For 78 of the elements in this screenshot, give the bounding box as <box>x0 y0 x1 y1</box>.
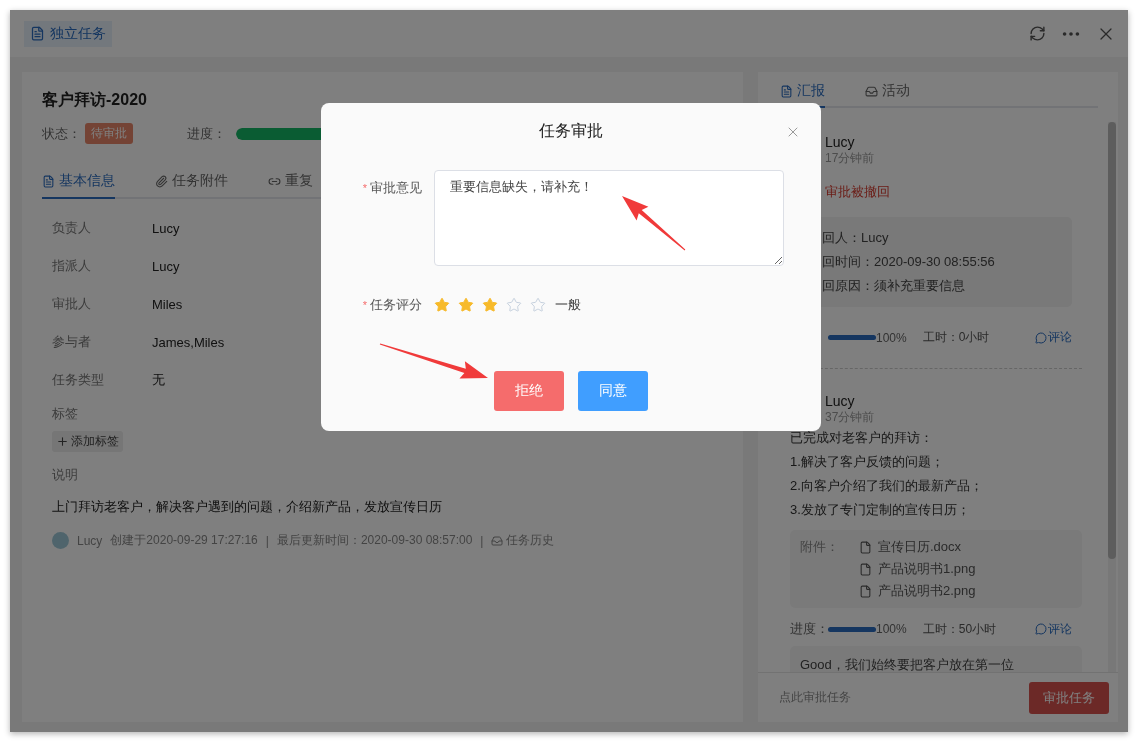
rating-label: * 任务评分 <box>361 296 423 314</box>
chip-label: 独立任务 <box>50 24 106 43</box>
work-hours: 工时：0小时 <box>922 329 990 346</box>
agree-button[interactable]: 同意 <box>578 371 648 411</box>
paperclip-icon <box>155 174 168 188</box>
meta-user: Lucy <box>77 533 103 548</box>
field-label: 任务类型 <box>52 371 105 389</box>
task-title: 客户拜访-2020 <box>42 90 148 110</box>
inbox-icon <box>491 534 504 547</box>
field-value: James,Miles <box>152 334 225 350</box>
scrollbar[interactable] <box>1108 122 1116 672</box>
star-icon[interactable] <box>482 297 498 313</box>
rating-stars[interactable]: 一般 <box>434 296 581 314</box>
attachment-link[interactable]: 产品说明书1.png <box>859 560 976 578</box>
file-icon <box>859 540 872 554</box>
comment-link[interactable]: 评论 <box>1035 329 1072 346</box>
comment-link[interactable]: 评论 <box>1035 620 1072 638</box>
attachment-link[interactable]: 产品说明书2.png <box>859 582 976 600</box>
avatar <box>52 532 69 549</box>
revoke-status: 审批被撤回 <box>824 183 891 201</box>
document-icon <box>42 174 55 188</box>
opinion-field[interactable]: 重要信息缺失，请补充！ <box>434 170 784 266</box>
add-tag-button[interactable]: 添加标签 <box>52 431 123 452</box>
meta-separator: | <box>265 533 269 548</box>
user-name: Lucy <box>825 134 856 150</box>
arrow <box>622 196 686 251</box>
dialog-title: 任务审批 <box>539 121 603 141</box>
comment-icon <box>1035 331 1047 344</box>
tab[interactable]: 重复 <box>268 166 313 199</box>
reject-button[interactable]: 拒绝 <box>494 371 564 411</box>
plus-icon <box>56 435 69 448</box>
star-icon[interactable] <box>434 297 450 313</box>
document-icon <box>780 84 793 98</box>
user-name: Lucy <box>825 393 856 409</box>
field-label: 参与者 <box>52 333 92 351</box>
field-value: Lucy <box>152 220 180 236</box>
field-value: Lucy <box>152 258 180 274</box>
star-icon[interactable] <box>458 297 474 313</box>
required-mark: * <box>362 182 367 194</box>
progress-label: 进度： <box>187 124 226 143</box>
status-tag: 待审批 <box>85 123 133 144</box>
file-icon <box>859 562 872 576</box>
progress-percent: 100% <box>876 622 907 636</box>
field-label: 负责人 <box>52 219 92 237</box>
file-icon <box>859 584 872 598</box>
detail-text: 回原因：须补充重要信息 <box>822 277 966 295</box>
description-text: 上门拜访老客户，解决客户遇到的问题，介绍新产品，发放宣传日历 <box>52 498 443 516</box>
description-label: 说明 <box>52 466 79 484</box>
field-label: 指派人 <box>52 257 92 275</box>
field-value: Miles <box>152 296 183 312</box>
report-line: 1.解决了客户反馈的问题； <box>790 453 945 471</box>
opinion-label: * 审批意见 <box>361 179 423 197</box>
tags-label: 标签 <box>52 405 79 423</box>
document-icon <box>30 26 45 41</box>
tab[interactable]: 基本信息 <box>42 166 115 199</box>
required-mark: * <box>362 299 367 311</box>
progress-label: 进度： <box>790 620 828 638</box>
report-line: 已完成对老客户的拜访： <box>790 429 934 447</box>
tab[interactable]: 任务附件 <box>155 166 228 199</box>
report-line: 3.发放了专门定制的宣传日历； <box>790 501 971 519</box>
tab[interactable]: 活动 <box>865 76 910 108</box>
detail-text: 回人：Lucy <box>822 229 890 247</box>
refresh-icon[interactable] <box>1029 25 1046 42</box>
star-icon[interactable] <box>506 297 522 313</box>
field-label: 审批人 <box>52 295 92 313</box>
meta-separator: | <box>480 533 484 548</box>
inbox-icon <box>865 84 878 98</box>
report-line: 2.向客户介绍了我们的最新产品； <box>790 477 984 495</box>
field-value: 无 <box>152 371 165 389</box>
detail-text: 回时间：2020-09-30 08:55:56 <box>822 253 996 271</box>
comment-icon <box>1035 623 1047 635</box>
approve-task-button[interactable]: 审批任务 <box>1029 681 1109 714</box>
star-icon[interactable] <box>530 297 546 313</box>
work-hours: 工时：50小时 <box>922 620 997 638</box>
progress-percent: 100% <box>876 330 907 345</box>
status-label: 状态： <box>42 124 81 143</box>
attachment-link[interactable]: 宣传日历.docx <box>859 538 976 556</box>
rating-text: 一般 <box>555 296 581 314</box>
